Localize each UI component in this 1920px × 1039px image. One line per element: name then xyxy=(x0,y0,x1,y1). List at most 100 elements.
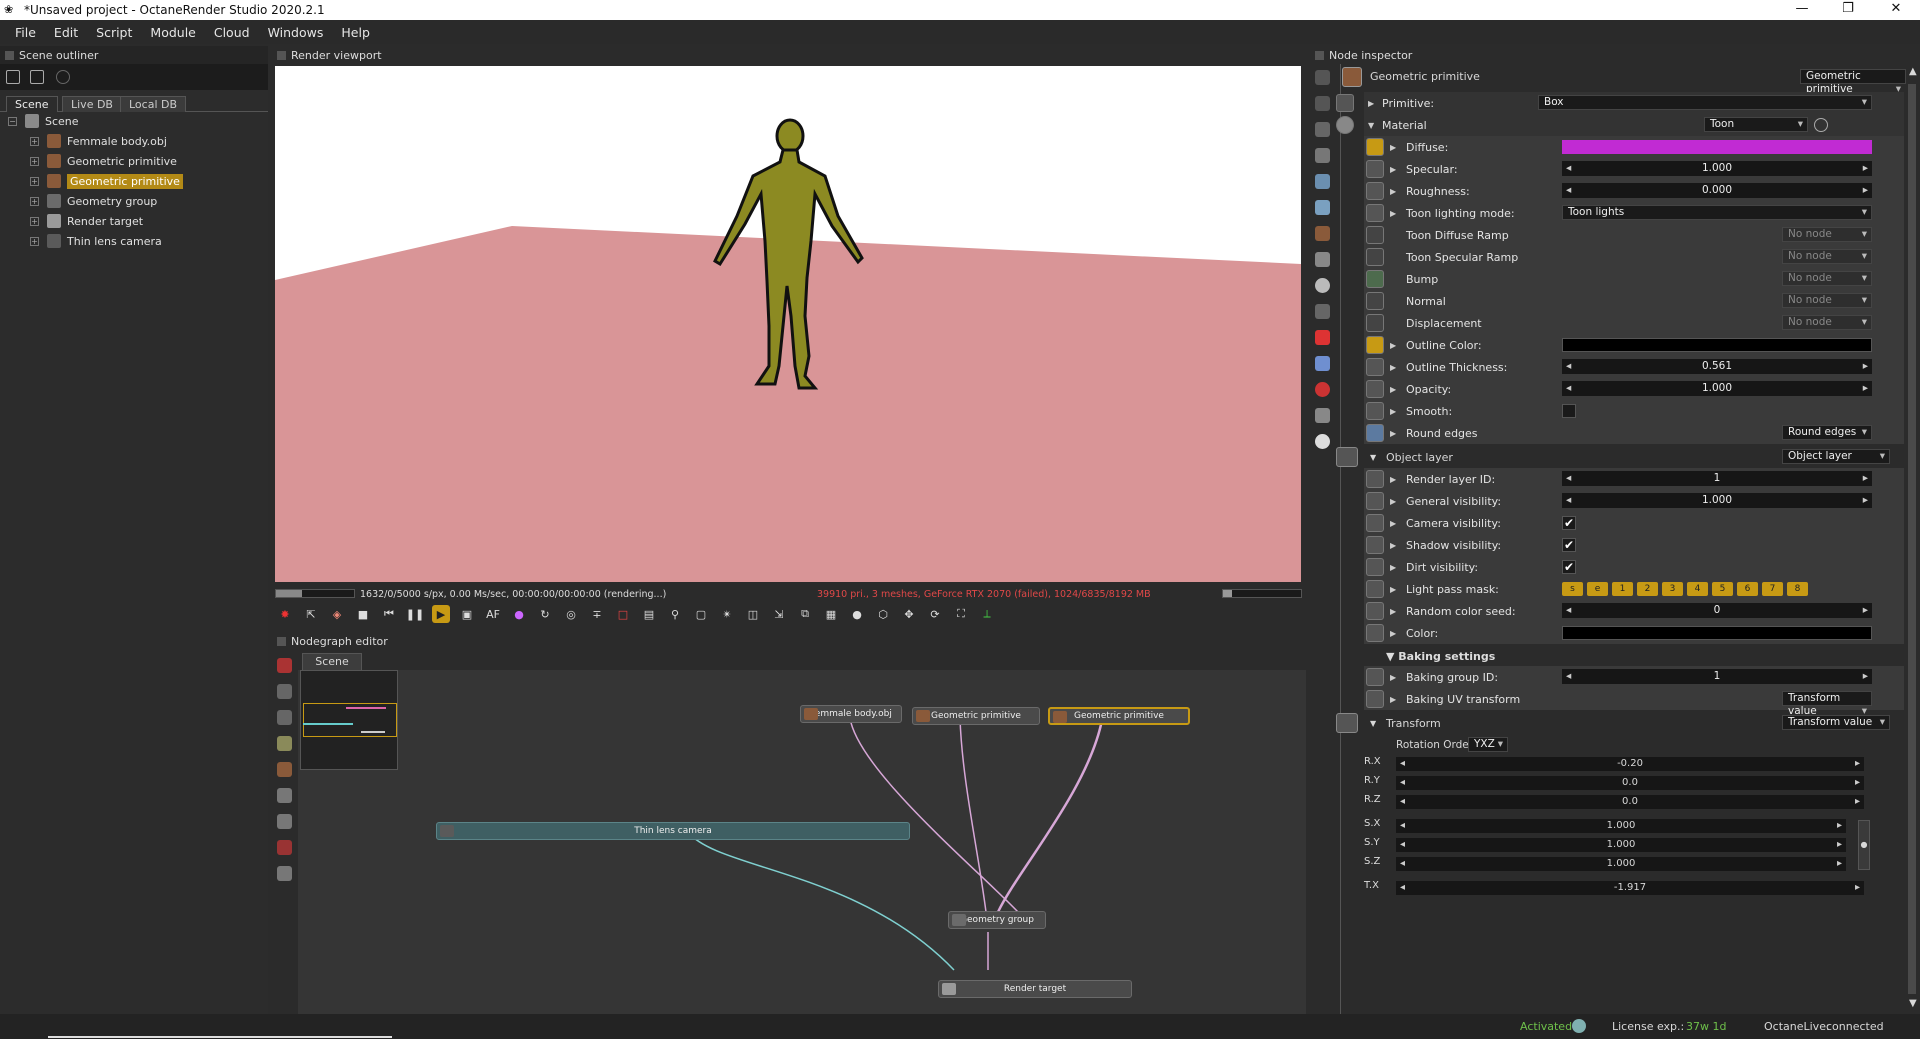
environment-icon[interactable] xyxy=(1315,174,1330,189)
image-icon[interactable] xyxy=(1315,408,1330,423)
copy-icon[interactable]: ⧉ xyxy=(796,605,814,623)
translation-x-slider[interactable]: -1.917 xyxy=(1396,881,1864,895)
frame-icon[interactable]: ▢ xyxy=(692,605,710,623)
tree-icon[interactable] xyxy=(277,684,292,699)
collapse-arrow-icon[interactable]: ▼ xyxy=(1370,453,1376,462)
menu-script[interactable]: Script xyxy=(96,25,132,40)
grid-icon[interactable] xyxy=(277,866,292,881)
texture-icon[interactable] xyxy=(1315,304,1330,319)
node-geometry-group[interactable]: Geometry group xyxy=(948,911,1046,929)
scale-x-slider[interactable]: 1.000 xyxy=(1396,819,1846,833)
texture-icon[interactable] xyxy=(277,788,292,803)
outline-thickness-slider[interactable]: 0.561 xyxy=(1562,359,1872,374)
primitive-dropdown[interactable]: Box xyxy=(1538,95,1872,110)
light-pass-toggle-e[interactable]: e xyxy=(1587,582,1608,596)
node-reset-icon[interactable] xyxy=(277,658,292,673)
export-icon[interactable]: ⇲ xyxy=(770,605,788,623)
blue-cube-icon[interactable] xyxy=(1315,356,1330,371)
light-pass-toggle-8[interactable]: 8 xyxy=(1787,582,1808,596)
smooth-checkbox[interactable] xyxy=(1562,404,1576,418)
collapse-arrow-icon[interactable]: ▼ xyxy=(1368,121,1374,130)
tab-scene[interactable]: Scene xyxy=(6,96,58,112)
round-edges-dropdown[interactable]: Round edges xyxy=(1782,425,1872,440)
list-icon[interactable] xyxy=(30,70,44,84)
menu-cloud[interactable]: Cloud xyxy=(214,25,250,40)
camera-visibility-checkbox[interactable]: ✔ xyxy=(1562,516,1576,530)
expand-icon[interactable]: + xyxy=(30,156,39,166)
menu-module[interactable]: Module xyxy=(150,25,195,40)
layer-color-swatch[interactable] xyxy=(1562,626,1872,640)
expand-icon[interactable]: + xyxy=(30,196,39,206)
light-pass-toggle-5[interactable]: 5 xyxy=(1712,582,1733,596)
red-cube-icon[interactable] xyxy=(1315,330,1330,345)
expand-arrow-icon[interactable]: ▶ xyxy=(1390,385,1396,394)
cube-icon[interactable]: ◈ xyxy=(328,605,346,623)
expand-arrow-icon[interactable]: ▶ xyxy=(1368,99,1374,108)
light-pass-toggle-1[interactable]: 1 xyxy=(1612,582,1633,596)
expand-arrow-icon[interactable]: ▶ xyxy=(1390,407,1396,416)
tree-item-femmale-body[interactable]: + Femmale body.obj xyxy=(30,132,167,150)
material-icon[interactable] xyxy=(277,762,292,777)
orbit-icon[interactable]: ⟳ xyxy=(926,605,944,623)
rotation-order-dropdown[interactable]: YXZ xyxy=(1468,737,1508,752)
expand-arrow-icon[interactable]: ▶ xyxy=(1390,585,1396,594)
camera-icon[interactable] xyxy=(1315,148,1330,163)
panel-grip-icon[interactable] xyxy=(5,50,14,60)
minimize-button[interactable]: — xyxy=(1780,0,1824,20)
layers-icon[interactable]: ◫ xyxy=(744,605,762,623)
object-layer-dropdown[interactable]: Object layer xyxy=(1782,449,1890,464)
panel-grip-icon[interactable] xyxy=(277,50,286,60)
expand-arrow-icon[interactable]: ▶ xyxy=(1390,429,1396,438)
scale-icon[interactable]: ⛶ xyxy=(952,605,970,623)
move-icon[interactable]: ✥ xyxy=(900,605,918,623)
box-icon[interactable]: ⬡ xyxy=(874,605,892,623)
restore-button[interactable]: ❐ xyxy=(1826,0,1870,20)
expand-all-icon[interactable] xyxy=(1315,96,1330,111)
tree-item-geometry-group[interactable]: + Geometry group xyxy=(30,192,157,210)
scale-y-slider[interactable]: 1.000 xyxy=(1396,838,1846,852)
toon-specular-ramp-dropdown[interactable]: No node xyxy=(1782,249,1872,264)
refresh-icon[interactable] xyxy=(56,70,70,84)
pin-icon[interactable] xyxy=(1315,70,1330,85)
toon-lighting-dropdown[interactable]: Toon lights xyxy=(1562,205,1872,220)
expand-arrow-icon[interactable]: ▶ xyxy=(1390,209,1396,218)
tab-local-db[interactable]: Local DB xyxy=(120,96,187,112)
axis-icon[interactable]: ⟂ xyxy=(978,605,996,623)
clock-icon[interactable] xyxy=(1315,278,1330,293)
resize-icon[interactable]: ⇱ xyxy=(302,605,320,623)
node-thin-lens-camera[interactable]: Thin lens camera xyxy=(436,822,910,840)
specular-slider[interactable]: 1.000 xyxy=(1562,161,1872,176)
shadow-visibility-checkbox[interactable]: ✔ xyxy=(1562,538,1576,552)
sky-icon[interactable] xyxy=(1315,200,1330,215)
expand-arrow-icon[interactable]: ▶ xyxy=(1390,363,1396,372)
expand-arrow-icon[interactable]: ▶ xyxy=(1390,563,1396,572)
expand-arrow-icon[interactable]: ▶ xyxy=(1390,695,1396,704)
light-pass-toggle-2[interactable]: 2 xyxy=(1637,582,1658,596)
region-icon[interactable]: □ xyxy=(614,605,632,623)
expand-arrow-icon[interactable]: ▶ xyxy=(1390,165,1396,174)
material-type-dropdown[interactable]: Toon xyxy=(1704,117,1808,132)
menu-windows[interactable]: Windows xyxy=(268,25,324,40)
sphere-icon[interactable] xyxy=(1315,382,1330,397)
image-icon[interactable]: ▦ xyxy=(822,605,840,623)
node-geometric-primitive-1[interactable]: Geometric primitive xyxy=(912,707,1040,725)
expand-arrow-icon[interactable]: ▶ xyxy=(1390,143,1396,152)
expand-arrow-icon[interactable]: ▶ xyxy=(1390,497,1396,506)
reset-icon[interactable]: ✸ xyxy=(276,605,294,623)
pick-icon[interactable]: ∓ xyxy=(588,605,606,623)
dirt-visibility-checkbox[interactable]: ✔ xyxy=(1562,560,1576,574)
inspector-scrollbar[interactable]: ▲ ▼ xyxy=(1906,66,1918,1014)
film-icon[interactable] xyxy=(1315,122,1330,137)
expand-arrow-icon[interactable]: ▶ xyxy=(1390,519,1396,528)
color-picker-icon[interactable]: ● xyxy=(510,605,528,623)
expand-arrow-icon[interactable]: ▶ xyxy=(1390,629,1396,638)
nodegraph-canvas[interactable]: Femmale body.obj Geometric primitive Geo… xyxy=(298,670,1306,1018)
scale-z-slider[interactable]: 1.000 xyxy=(1396,857,1846,871)
render-layer-id-slider[interactable]: 1 xyxy=(1562,471,1872,486)
expand-icon[interactable]: + xyxy=(30,236,39,246)
light-pass-toggle-6[interactable]: 6 xyxy=(1737,582,1758,596)
tree-item-render-target[interactable]: + Render target xyxy=(30,212,143,230)
scale-lock-icon[interactable]: ● xyxy=(1858,820,1870,870)
film-icon[interactable]: ▤ xyxy=(640,605,658,623)
display-icon[interactable]: ▣ xyxy=(458,605,476,623)
